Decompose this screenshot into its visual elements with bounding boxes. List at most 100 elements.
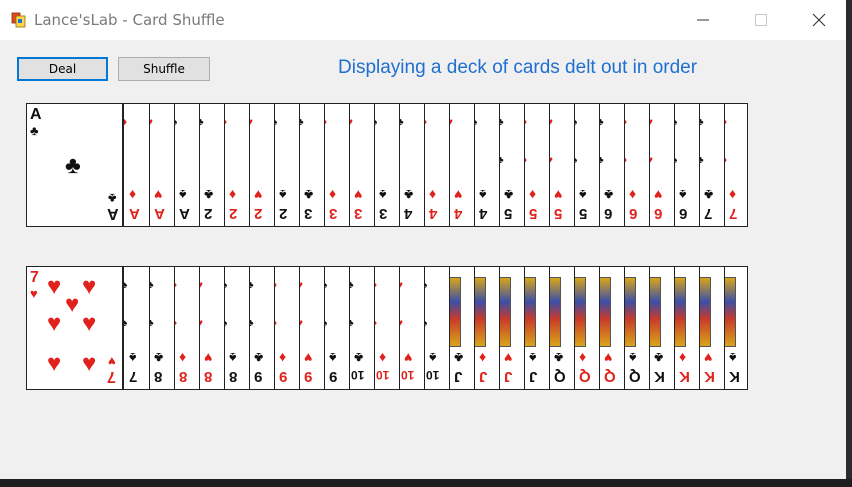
card-suit-icon: ♦ xyxy=(229,187,237,203)
card-rank: 10 xyxy=(426,368,440,382)
card-9-of-spades[interactable]: ♠♠♠9 xyxy=(323,266,350,390)
card-10-of-clubs[interactable]: ♣♣♣10 xyxy=(348,266,375,390)
card-q-of-spades[interactable]: ♠♠Q xyxy=(623,266,650,390)
card-q-of-diamonds[interactable]: ♦♦Q xyxy=(573,266,600,390)
card-suit-icon: ♠ xyxy=(129,350,137,366)
close-button[interactable] xyxy=(790,0,848,40)
card-6-of-diamonds[interactable]: ♦♦♦6 xyxy=(623,103,650,227)
card-suit-icon: ♣ xyxy=(404,187,414,203)
card-3-of-spades[interactable]: ♠♠3 xyxy=(373,103,400,227)
card-a-of-hearts[interactable]: ♥♥A xyxy=(148,103,175,227)
card-4-of-hearts[interactable]: ♥♥4 xyxy=(448,103,475,227)
card-rank: A xyxy=(30,106,42,123)
card-2-of-spades[interactable]: ♠♠2 xyxy=(273,103,300,227)
card-pip-icon: ♥ xyxy=(82,310,97,337)
card-8-of-hearts[interactable]: ♥♥♥8 xyxy=(198,266,225,390)
card-rank: 7 xyxy=(30,269,39,286)
card-suit-icon: ♦ xyxy=(529,187,537,203)
face-card-art xyxy=(499,277,511,347)
card-4-of-diamonds[interactable]: ♦♦4 xyxy=(423,103,450,227)
card-rank: 5 xyxy=(529,205,538,222)
card-3-of-hearts[interactable]: ♥♥3 xyxy=(348,103,375,227)
card-rank: 9 xyxy=(329,368,338,385)
card-5-of-clubs[interactable]: ♣♣♣5 xyxy=(498,103,525,227)
card-suit-icon: ♣ xyxy=(704,187,714,203)
card-suit-icon: ♥ xyxy=(30,286,38,301)
card-10-of-diamonds[interactable]: ♦♦♦10 xyxy=(373,266,400,390)
card-rank: 2 xyxy=(229,205,238,222)
card-a-of-clubs[interactable]: A ♣ ♣ A ♣ xyxy=(26,103,123,227)
card-suit-icon: ♦ xyxy=(129,187,137,203)
card-rank: Q xyxy=(554,368,566,385)
card-j-of-hearts[interactable]: ♥♥J xyxy=(498,266,525,390)
card-rank: K xyxy=(654,368,665,385)
card-5-of-diamonds[interactable]: ♦♦♦5 xyxy=(523,103,550,227)
card-4-of-clubs[interactable]: ♣♣4 xyxy=(398,103,425,227)
card-rank: 8 xyxy=(229,368,238,385)
minimize-button[interactable] xyxy=(674,0,732,40)
card-6-of-spades[interactable]: ♠♠♠6 xyxy=(673,103,700,227)
card-rank: 2 xyxy=(254,205,263,222)
card-k-of-hearts[interactable]: ♥♥K xyxy=(698,266,725,390)
card-8-of-spades[interactable]: ♠♠♠8 xyxy=(223,266,250,390)
card-3-of-clubs[interactable]: ♣♣3 xyxy=(298,103,325,227)
card-7-of-clubs[interactable]: ♣♣♣7 xyxy=(698,103,725,227)
card-rank: 3 xyxy=(354,205,363,222)
card-j-of-clubs[interactable]: ♣♣J xyxy=(448,266,475,390)
card-9-of-diamonds[interactable]: ♦♦♦9 xyxy=(273,266,300,390)
card-rank: 9 xyxy=(304,368,313,385)
card-j-of-diamonds[interactable]: ♦♦J xyxy=(473,266,500,390)
face-card-art xyxy=(699,277,711,347)
card-rank: 7 xyxy=(729,205,738,222)
card-k-of-clubs[interactable]: ♣♣K xyxy=(648,266,675,390)
card-rank: J xyxy=(479,368,488,385)
card-a-of-spades[interactable]: ♠♠A xyxy=(173,103,200,227)
card-8-of-clubs[interactable]: ♣♣♣8 xyxy=(148,266,175,390)
card-4-of-spades[interactable]: ♠♠4 xyxy=(473,103,500,227)
title-bar[interactable]: Lance'sLab - Card Shuffle xyxy=(0,0,846,40)
card-6-of-clubs[interactable]: ♣♣♣6 xyxy=(598,103,625,227)
card-9-of-hearts[interactable]: ♥♥♥9 xyxy=(298,266,325,390)
card-5-of-spades[interactable]: ♠♠♠5 xyxy=(573,103,600,227)
card-k-of-diamonds[interactable]: ♦♦K xyxy=(673,266,700,390)
shuffle-button[interactable]: Shuffle xyxy=(118,57,210,81)
maximize-button[interactable] xyxy=(732,0,790,40)
card-2-of-clubs[interactable]: ♣♣2 xyxy=(198,103,225,227)
card-k-of-spades[interactable]: ♠♠K xyxy=(723,266,748,390)
card-rank: J xyxy=(529,368,538,385)
card-2-of-hearts[interactable]: ♥♥2 xyxy=(248,103,275,227)
card-suit-icon: ♠ xyxy=(179,187,187,203)
card-10-of-hearts[interactable]: ♥♥♥10 xyxy=(398,266,425,390)
face-card-art xyxy=(574,277,586,347)
card-7-of-hearts[interactable]: 7 ♥ ♥ ♥ ♥ ♥ ♥ ♥ ♥ 7 ♥ xyxy=(26,266,123,390)
card-rank: 4 xyxy=(429,205,438,222)
card-2-of-diamonds[interactable]: ♦♦2 xyxy=(223,103,250,227)
card-j-of-spades[interactable]: ♠♠J xyxy=(523,266,550,390)
card-a-of-diamonds[interactable]: ♦ ♦ A xyxy=(123,103,150,227)
card-7-of-spades[interactable]: ♠ ♠ ♠ 7 xyxy=(123,266,150,390)
card-pip-icon: ♠ xyxy=(124,281,127,291)
deal-button[interactable]: Deal xyxy=(17,57,108,81)
card-3-of-diamonds[interactable]: ♦♦3 xyxy=(323,103,350,227)
card-row-1: A♣♣A♣♦♦A♥♥A♠♠A♣♣2♦♦2♥♥2♠♠2♣♣3♦♦3♥♥3♠♠3♣♣… xyxy=(26,103,750,227)
card-6-of-hearts[interactable]: ♥♥♥6 xyxy=(648,103,675,227)
card-9-of-clubs[interactable]: ♣♣♣9 xyxy=(248,266,275,390)
card-rank: A xyxy=(129,205,140,222)
card-rank: 4 xyxy=(454,205,463,222)
card-suit-icon: ♥ xyxy=(254,187,263,203)
card-8-of-diamonds[interactable]: ♦♦♦8 xyxy=(173,266,200,390)
card-7-of-diamonds[interactable]: ♦♦♦7 xyxy=(723,103,748,227)
card-rank: 2 xyxy=(279,205,288,222)
card-pip-icon: ♥ xyxy=(47,273,62,300)
card-rank: 10 xyxy=(351,368,365,382)
card-pip-icon: ♥ xyxy=(65,291,80,318)
card-pip-icon: ♥ xyxy=(47,350,62,377)
card-q-of-hearts[interactable]: ♥♥Q xyxy=(598,266,625,390)
card-5-of-hearts[interactable]: ♥♥♥5 xyxy=(548,103,575,227)
card-q-of-clubs[interactable]: ♣♣Q xyxy=(548,266,575,390)
card-suit-icon: ♣ xyxy=(108,191,117,206)
card-10-of-spades[interactable]: ♠♠♠10 xyxy=(423,266,450,390)
card-suit-icon: ♣ xyxy=(604,187,614,203)
card-suit-icon: ♥ xyxy=(504,350,513,366)
card-suit-icon: ♣ xyxy=(654,350,664,366)
